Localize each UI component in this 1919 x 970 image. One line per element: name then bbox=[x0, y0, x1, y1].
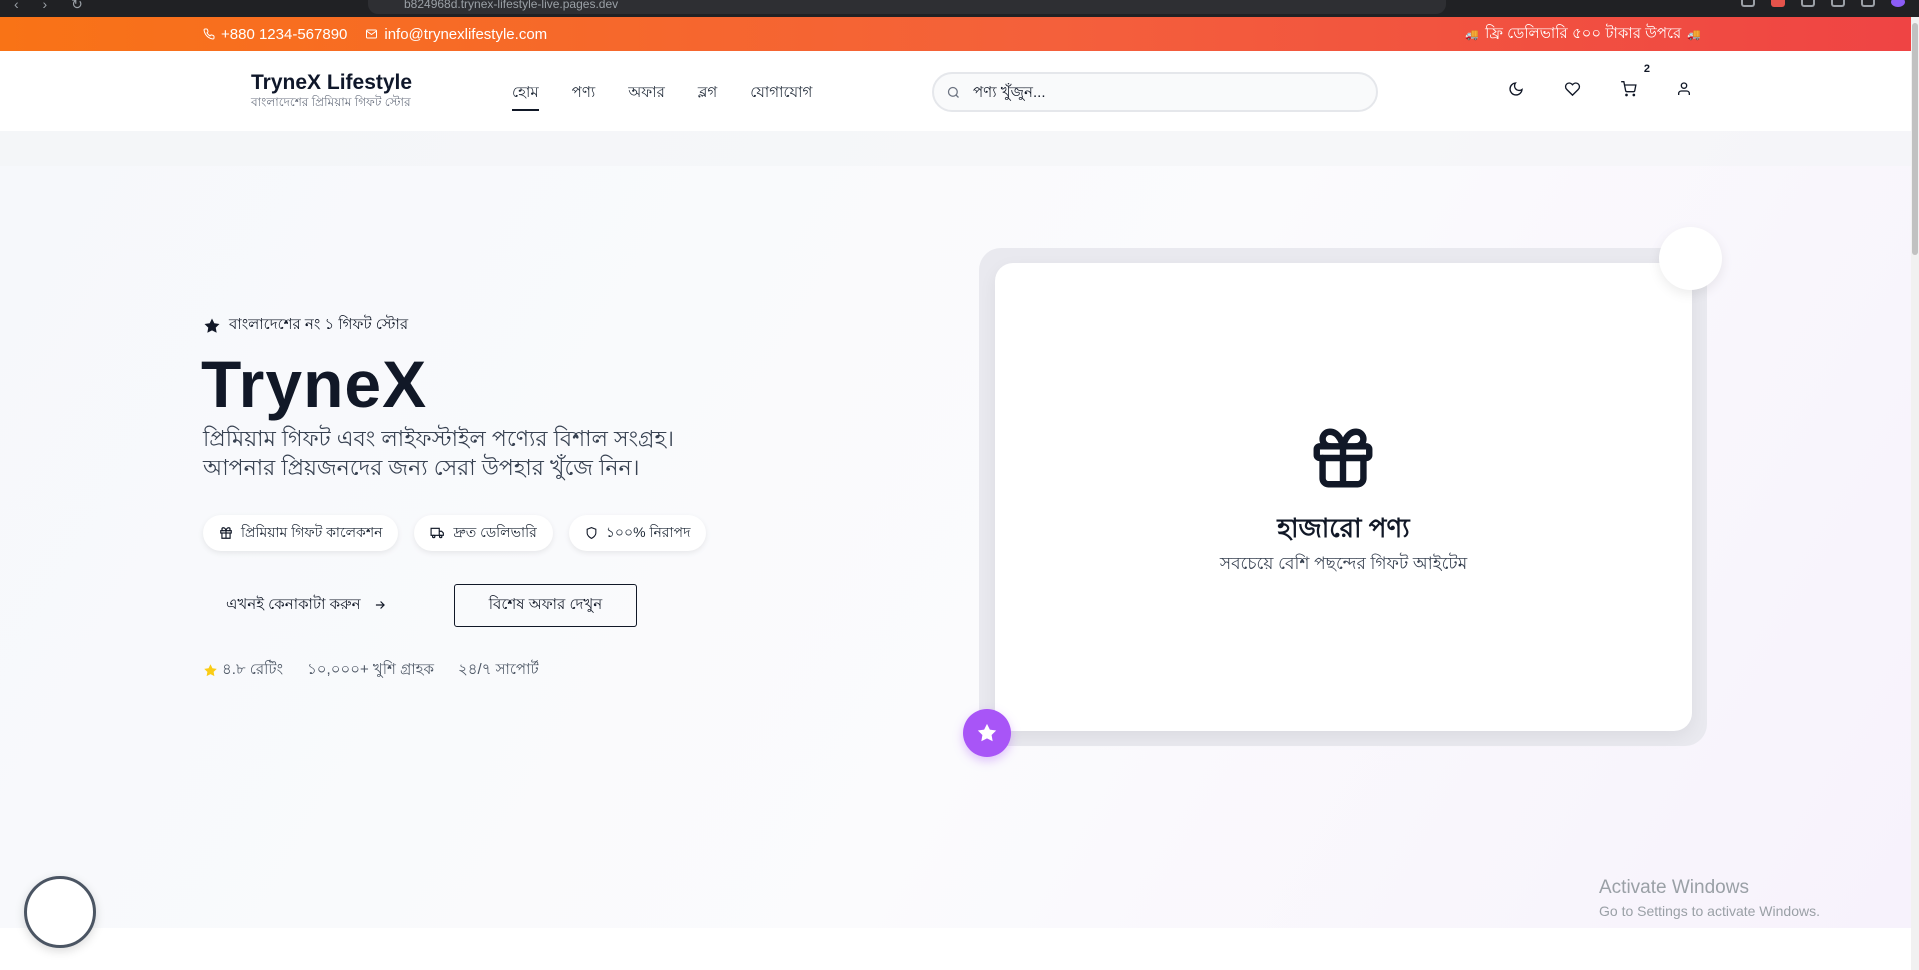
eyebrow-text: বাংলাদেশের নং ১ গিফট স্টোর bbox=[229, 316, 409, 333]
pill-label: প্রিমিয়াম গিফট কালেকশন bbox=[241, 524, 383, 540]
feature-card-title: হাজারো পণ্য bbox=[1277, 513, 1410, 543]
mail-icon bbox=[366, 29, 378, 39]
hero-top-band bbox=[0, 131, 1911, 166]
account-button[interactable] bbox=[1676, 81, 1694, 99]
feature-card-subtitle: সবচেয়ে বেশি পছন্দের গিফট আইটেম bbox=[1219, 554, 1468, 573]
windows-activation-watermark: Activate Windows Go to Settings to activ… bbox=[1599, 877, 1820, 919]
shop-now-label: এখনই কেনাকাটা করুন bbox=[226, 595, 361, 613]
header-actions: 2 bbox=[1508, 63, 1694, 99]
nav-offers[interactable]: অফার bbox=[628, 81, 665, 111]
top-announcement-bar: +880 1234-567890 info@trynexlifestyle.co… bbox=[0, 17, 1911, 51]
cart-count-badge: 2 bbox=[1643, 63, 1650, 75]
user-icon bbox=[1678, 82, 1690, 95]
arrow-right-icon bbox=[375, 601, 385, 609]
site-header: TryneX Lifestyle বাংলাদেশের প্রিমিয়াম গ… bbox=[0, 51, 1911, 131]
hero-stats: ৪.৮ রেটিং ১০,০০০+ খুশি গ্রাহক ২৪/৭ সাপোর… bbox=[203, 658, 539, 683]
feature-card: হাজারো পণ্য সবচেয়ে বেশি পছন্দের গিফট আই… bbox=[995, 263, 1692, 731]
feature-pills: প্রিমিয়াম গিফট কালেকশন দ্রুত ডেলিভারি ১… bbox=[203, 515, 707, 551]
floating-action-button[interactable] bbox=[24, 876, 96, 948]
browser-nav-buttons[interactable]: ‹ › ↻ bbox=[14, 0, 93, 13]
scrollbar-thumb[interactable] bbox=[1912, 23, 1918, 255]
truck-icon bbox=[430, 527, 445, 539]
wishlist-button[interactable] bbox=[1564, 81, 1582, 99]
view-offers-button[interactable]: বিশেষ অফার দেখুন bbox=[454, 584, 637, 627]
cart-button[interactable]: 2 bbox=[1620, 63, 1650, 99]
brand-name: TryneX Lifestyle bbox=[251, 71, 413, 94]
hero-subtitle: প্রিমিয়াম গিফট এবং লাইফস্টাইল পণ্যের বি… bbox=[203, 426, 674, 480]
stat-support: ২৪/৭ সাপোর্ট bbox=[458, 661, 539, 678]
hero-eyebrow: বাংলাদেশের নং ১ গিফট স্টোর bbox=[203, 313, 408, 338]
star-icon bbox=[204, 664, 217, 677]
pill-fast-delivery: দ্রুত ডেলিভারি bbox=[414, 515, 553, 551]
phone-icon bbox=[203, 28, 215, 40]
extension-icon[interactable] bbox=[1831, 0, 1845, 7]
search-input[interactable] bbox=[971, 82, 1351, 102]
pill-label: ১০০% নিরাপদ bbox=[605, 524, 691, 540]
star-icon bbox=[977, 723, 997, 742]
watermark-subtitle: Go to Settings to activate Windows. bbox=[1599, 903, 1820, 919]
profile-icon[interactable] bbox=[1891, 0, 1905, 7]
gift-icon bbox=[1313, 428, 1373, 488]
extension-icon[interactable] bbox=[1741, 0, 1755, 7]
stat-rating-text: ৪.৮ রেটিং bbox=[222, 661, 284, 678]
brand-logo[interactable]: TryneX Lifestyle বাংলাদেশের প্রিমিয়াম গ… bbox=[251, 71, 412, 109]
heart-icon bbox=[1564, 82, 1581, 97]
browser-extensions bbox=[1741, 0, 1905, 7]
promo-text: ফ্রি ডেলিভারি ৫০০ টাকার উপরে bbox=[1485, 24, 1682, 42]
email-contact[interactable]: info@trynexlifestyle.com bbox=[365, 26, 547, 43]
nav-home[interactable]: হোম bbox=[512, 81, 539, 111]
extension-icon[interactable] bbox=[1801, 0, 1815, 7]
page-bottom bbox=[0, 928, 1911, 970]
pill-label: দ্রুত ডেলিভারি bbox=[453, 524, 537, 540]
gift-icon bbox=[220, 527, 232, 539]
star-icon bbox=[204, 318, 220, 333]
nav-contact[interactable]: যোগাযোগ bbox=[750, 81, 812, 111]
pill-premium-gift: প্রিমিয়াম গিফট কালেকশন bbox=[203, 515, 399, 551]
view-offers-label: বিশেষ অফার দেখুন bbox=[488, 596, 603, 613]
search-icon[interactable] bbox=[946, 85, 961, 100]
stat-customers: ১০,০০০+ খুশি গ্রাহক bbox=[307, 661, 435, 678]
star-badge bbox=[963, 709, 1011, 757]
address-bar[interactable]: b824968d.trynex-lifestyle-live.pages.dev bbox=[368, 0, 1446, 14]
phone-contact[interactable]: +880 1234-567890 bbox=[203, 26, 347, 43]
phone-number: +880 1234-567890 bbox=[221, 25, 348, 43]
promo-banner: 🚚 ফ্রি ডেলিভারি ৫০০ টাকার উপরে 🚚 bbox=[1465, 17, 1701, 51]
page-scrollbar[interactable] bbox=[1911, 17, 1919, 970]
stat-rating: ৪.৮ রেটিং bbox=[203, 658, 283, 683]
shop-now-button[interactable]: এখনই কেনাকাটা করুন bbox=[226, 584, 387, 626]
nav-blog[interactable]: ব্লগ bbox=[698, 81, 717, 111]
cart-icon bbox=[1621, 81, 1637, 97]
extension-icon[interactable] bbox=[1771, 0, 1785, 7]
email-address: info@trynexlifestyle.com bbox=[384, 25, 548, 43]
hero-title: TryneX bbox=[201, 347, 428, 421]
brand-tagline: বাংলাদেশের প্রিমিয়াম গিফট স্টোর bbox=[251, 95, 411, 109]
truck-icon: 🚚 bbox=[1465, 28, 1480, 41]
browser-chrome: ‹ › ↻ b824968d.trynex-lifestyle-live.pag… bbox=[0, 0, 1919, 17]
main-nav: হোম পণ্য অফার ব্লগ যোগাযোগ bbox=[512, 81, 812, 111]
extension-icon[interactable] bbox=[1861, 0, 1875, 7]
pill-secure: ১০০% নিরাপদ bbox=[568, 515, 707, 551]
theme-toggle-button[interactable] bbox=[1508, 81, 1526, 99]
search-bar bbox=[932, 72, 1378, 112]
contact-info: +880 1234-567890 info@trynexlifestyle.co… bbox=[203, 17, 547, 51]
watermark-title: Activate Windows bbox=[1599, 877, 1749, 898]
moon-icon bbox=[1509, 82, 1523, 96]
truck-icon: 🚚 bbox=[1687, 28, 1701, 41]
shield-icon bbox=[586, 527, 597, 540]
decorative-circle bbox=[1659, 227, 1722, 290]
nav-products[interactable]: পণ্য bbox=[572, 81, 596, 111]
